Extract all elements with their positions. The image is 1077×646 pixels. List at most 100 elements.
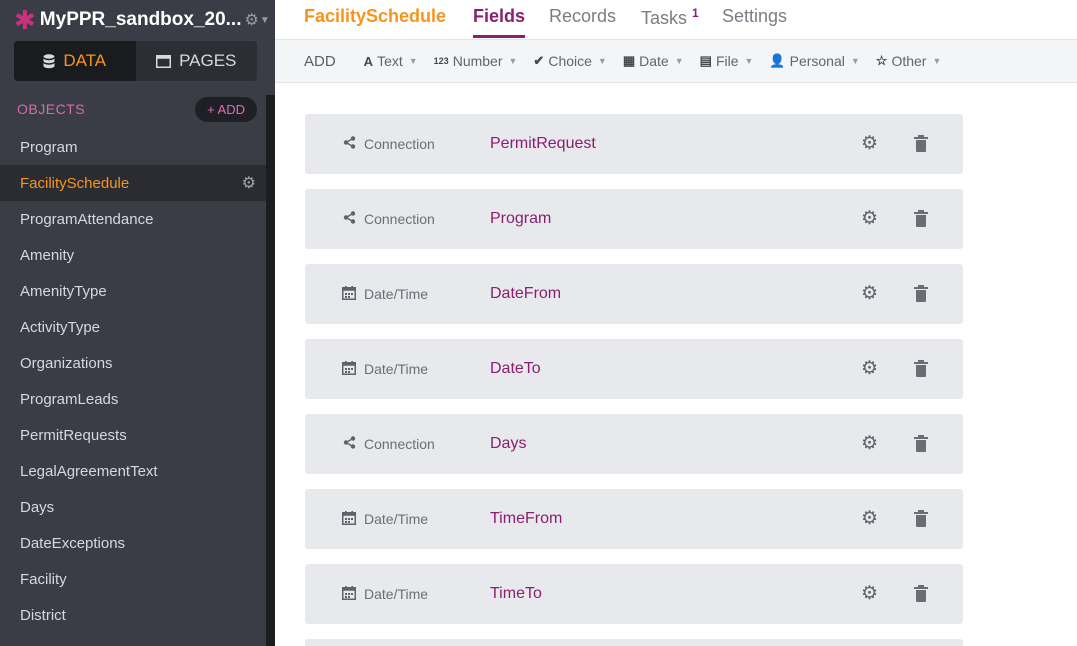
field-row[interactable]: Connection Days ⚙ — [305, 414, 963, 474]
database-icon — [43, 53, 55, 68]
app-title[interactable]: MyPPR_sandbox_20... — [40, 9, 242, 31]
data-mode-button[interactable]: DATA — [14, 41, 136, 81]
field-type-label: Date/Time — [364, 286, 429, 302]
field-list: Connection PermitRequest ⚙ Connection Progra… — [305, 114, 963, 646]
calendar-icon — [342, 285, 356, 303]
field-type-label: Choice — [548, 53, 592, 69]
field-name[interactable]: TimeFrom — [490, 489, 562, 549]
calendar-icon — [342, 510, 356, 528]
field-type-other[interactable]: ☆ Other ▼ — [876, 53, 942, 69]
chevron-down-icon: ▼ — [850, 56, 860, 66]
sidebar-item-label: ProgramAttendance — [20, 210, 154, 228]
sidebar-item-days[interactable]: Days — [0, 489, 266, 525]
field-name[interactable]: TimeTo — [490, 564, 542, 624]
asterisk-logo-icon: ✱ — [14, 5, 36, 35]
pages-mode-button[interactable]: PAGES — [135, 41, 257, 81]
sidebar-item-program[interactable]: Program — [0, 129, 266, 165]
sidebar-item-organizations[interactable]: Organizations — [0, 345, 266, 381]
gear-icon[interactable]: ⚙ — [861, 509, 878, 529]
gear-icon[interactable]: ⚙ — [861, 359, 878, 379]
chevron-down-icon: ▼ — [674, 56, 684, 66]
field-type-personal[interactable]: 👤 Personal ▼ — [769, 53, 859, 69]
sidebar-scrollbar[interactable] — [266, 95, 275, 646]
text-icon: A — [363, 53, 374, 69]
sidebar-item-amenitytype[interactable]: AmenityType — [0, 273, 266, 309]
field-type: Date/Time — [342, 339, 428, 399]
sidebar-item-dateexceptions[interactable]: DateExceptions — [0, 525, 266, 561]
field-row[interactable]: Date/Time DateFrom ⚙ — [305, 264, 963, 324]
sidebar-item-activitytype[interactable]: ActivityType — [0, 309, 266, 345]
gear-icon[interactable]: ⚙ — [242, 173, 256, 193]
chevron-down-icon: ▼ — [508, 56, 518, 66]
trash-icon[interactable] — [914, 510, 928, 527]
trash-icon[interactable] — [914, 360, 928, 377]
field-row[interactable]: Connection Program ⚙ — [305, 189, 963, 249]
sidebar-item-label: Program — [20, 138, 78, 156]
field-type-label: Number — [452, 53, 503, 69]
field-type-date[interactable]: ▦ Date ▼ — [623, 53, 684, 69]
sidebar-item-legalagreementtext[interactable]: LegalAgreementText — [0, 453, 266, 489]
sidebar: ✱ MyPPR_sandbox_20... ⚙ ▼ DATA PAGES OBJ… — [0, 0, 275, 646]
field-type-label: Date/Time — [364, 511, 429, 527]
field-type-label: Date — [639, 53, 669, 69]
field-name[interactable]: Program — [490, 189, 551, 249]
objects-header: OBJECTS + ADD — [17, 96, 257, 122]
tab-settings-label: Settings — [722, 6, 788, 26]
sidebar-item-label: ProgramLeads — [20, 390, 119, 408]
field-type-file[interactable]: ▤ File ▼ — [700, 53, 754, 69]
field-type: Connection — [342, 189, 435, 249]
field-row[interactable] — [305, 639, 963, 646]
window-icon — [156, 54, 172, 68]
field-name[interactable]: DateFrom — [490, 264, 561, 324]
chevron-down-icon[interactable]: ▼ — [260, 15, 270, 26]
app-header[interactable]: ✱ MyPPR_sandbox_20... ⚙ ▼ — [14, 5, 270, 35]
add-object-button[interactable]: + ADD — [195, 96, 257, 122]
chevron-down-icon: ▼ — [408, 56, 418, 66]
field-type-label: Date/Time — [364, 586, 429, 602]
mode-toggle: DATA PAGES — [14, 41, 257, 81]
file-icon: ▤ — [699, 53, 712, 68]
gear-icon[interactable]: ⚙ — [861, 434, 878, 454]
sidebar-item-label: Days — [20, 498, 55, 516]
field-row[interactable]: Date/Time TimeFrom ⚙ — [305, 489, 963, 549]
field-type: Date/Time — [342, 264, 428, 324]
field-row[interactable]: Connection PermitRequest ⚙ — [305, 114, 963, 174]
tab-records[interactable]: Records — [549, 6, 616, 38]
field-name[interactable]: Days — [490, 414, 526, 474]
sidebar-item-label: Organizations — [20, 354, 113, 372]
pages-mode-label: PAGES — [179, 51, 237, 70]
sidebar-item-facility[interactable]: Facility — [0, 561, 266, 597]
sidebar-item-facilityschedule[interactable]: FacilitySchedule ⚙ — [0, 165, 266, 201]
tab-settings[interactable]: Settings — [722, 6, 787, 38]
field-row[interactable]: Date/Time DateTo ⚙ — [305, 339, 963, 399]
field-type-choice[interactable]: ✔ Choice ▼ — [533, 53, 606, 69]
gear-icon[interactable]: ⚙ — [861, 209, 878, 229]
field-type-number[interactable]: 123 Number ▼ — [434, 53, 518, 69]
trash-icon[interactable] — [914, 135, 928, 152]
gear-icon[interactable]: ⚙ — [245, 10, 259, 30]
field-name[interactable]: DateTo — [490, 339, 541, 399]
field-type-text[interactable]: A Text ▼ — [364, 53, 418, 69]
trash-icon[interactable] — [914, 585, 928, 602]
trash-icon[interactable] — [914, 210, 928, 227]
field-name[interactable]: PermitRequest — [490, 114, 596, 174]
objects-label: OBJECTS — [17, 101, 86, 117]
trash-icon[interactable] — [914, 285, 928, 302]
sidebar-item-district[interactable]: District — [0, 597, 266, 633]
gear-icon[interactable]: ⚙ — [861, 284, 878, 304]
share-connection-icon — [342, 211, 356, 227]
tab-tasks[interactable]: Tasks 1 — [641, 6, 699, 38]
field-type: Connection — [342, 114, 435, 174]
field-type-label: File — [715, 53, 739, 69]
sidebar-item-permitrequests[interactable]: PermitRequests — [0, 417, 266, 453]
sidebar-item-programleads[interactable]: ProgramLeads — [0, 381, 266, 417]
sidebar-item-programattendance[interactable]: ProgramAttendance — [0, 201, 266, 237]
field-type: Date/Time — [342, 564, 428, 624]
trash-icon[interactable] — [914, 435, 928, 452]
tab-fields[interactable]: Fields — [473, 6, 526, 38]
share-connection-icon — [342, 436, 356, 452]
gear-icon[interactable]: ⚙ — [861, 134, 878, 154]
gear-icon[interactable]: ⚙ — [861, 584, 878, 604]
sidebar-item-amenity[interactable]: Amenity — [0, 237, 266, 273]
field-row[interactable]: Date/Time TimeTo ⚙ — [305, 564, 963, 624]
